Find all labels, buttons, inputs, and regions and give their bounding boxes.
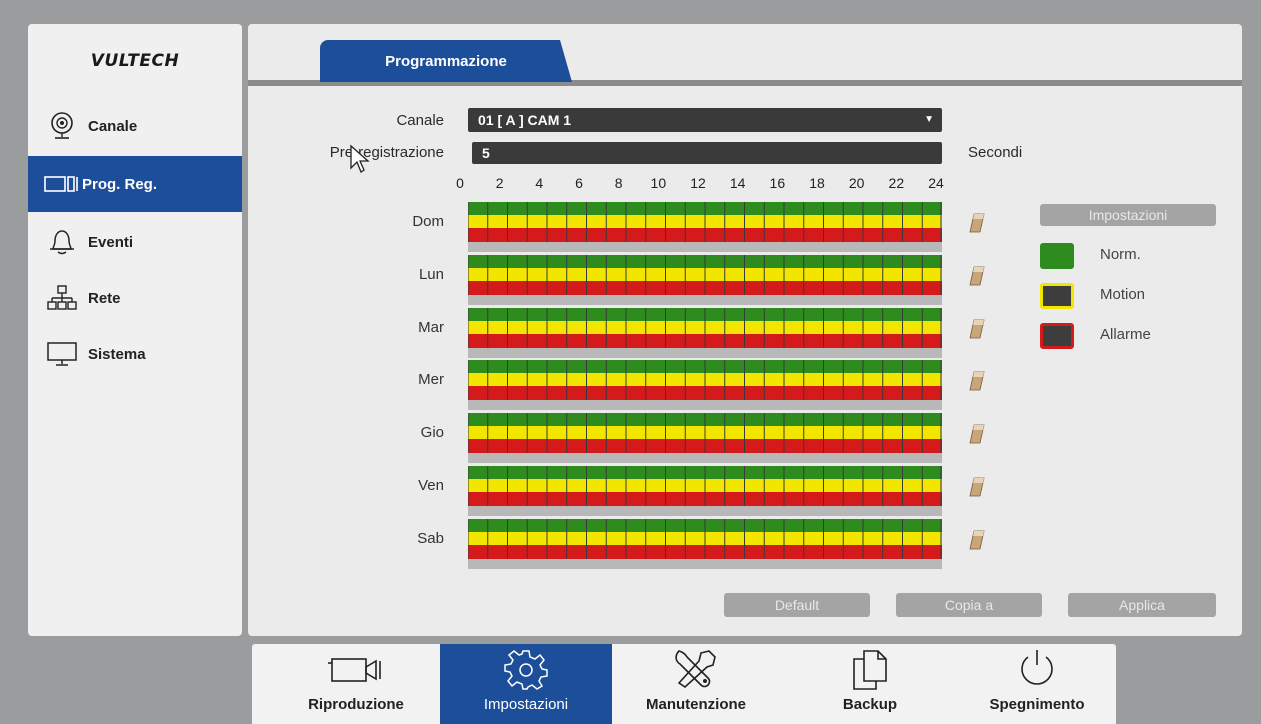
sidebar-item-label: Canale — [88, 117, 138, 135]
day-schedule-row[interactable] — [468, 518, 942, 569]
sidebar-item-eventi[interactable]: Eventi — [28, 214, 242, 270]
schedule-band — [468, 294, 942, 305]
sidebar-item-sistema[interactable]: Sistema — [28, 326, 242, 382]
canale-value: 01 [ A ] CAM 1 — [478, 112, 572, 128]
motion-swatch[interactable] — [1040, 283, 1074, 309]
schedule-band — [468, 400, 942, 411]
tab-programmazione[interactable]: Programmazione — [320, 40, 572, 82]
sidebar: VULTECH Canale Prog. Reg. Eventi Rete Si… — [28, 24, 242, 636]
menu-manutenzione[interactable]: Manutenzione — [616, 644, 776, 724]
schedule-icon — [42, 175, 82, 193]
day-label: Sab — [417, 529, 444, 547]
menu-riproduzione[interactable]: Riproduzione — [274, 644, 438, 724]
tools-icon — [671, 644, 721, 694]
hour-label: 4 — [535, 175, 544, 191]
schedule-band — [468, 558, 942, 569]
eraser-icon[interactable] — [968, 423, 986, 445]
day-label: Ven — [418, 477, 444, 494]
day-label: Mar — [418, 318, 444, 336]
menu-label: Impostazioni — [483, 696, 569, 713]
default-button[interactable]: Default — [724, 593, 870, 617]
mouse-cursor-icon — [350, 144, 370, 173]
monitor-icon — [42, 341, 82, 367]
canale-select[interactable]: 01 [ A ] CAM 1 ▼ — [468, 108, 942, 132]
sidebar-item-label: Eventi — [88, 233, 134, 251]
day-schedule-row[interactable] — [468, 466, 942, 516]
schedule-band — [468, 506, 942, 516]
day-schedule-row[interactable] — [468, 413, 942, 464]
copy-to-button[interactable]: Copia a — [896, 593, 1042, 617]
canale-label: Canale — [396, 112, 444, 129]
menu-label: Backup — [842, 696, 898, 713]
camera-icon — [326, 644, 386, 694]
allarme-label: Allarme — [1100, 326, 1151, 343]
hour-label: 8 — [614, 175, 623, 191]
sidebar-item-label: Rete — [88, 289, 121, 307]
hour-label: 2 — [495, 175, 504, 191]
power-icon — [1015, 644, 1059, 694]
network-icon — [42, 284, 82, 312]
sidebar-item-label: Sistema — [88, 345, 146, 363]
impostazioni-legend-button[interactable]: Impostazioni — [1040, 204, 1216, 226]
hour-label: 16 — [769, 175, 786, 191]
menu-label: Spegnimento — [989, 696, 1085, 713]
bottom-menu-bar: Riproduzione Impostazioni Manutenzione B… — [252, 644, 1116, 724]
hour-label: 12 — [690, 175, 706, 191]
sidebar-item-canale[interactable]: Canale — [28, 98, 242, 154]
day-schedule-row[interactable] — [468, 202, 942, 252]
menu-impostazioni[interactable]: Impostazioni — [440, 644, 612, 724]
hour-label: 6 — [575, 175, 583, 191]
eraser-icon[interactable] — [968, 318, 986, 340]
prereg-value: 5 — [482, 145, 490, 161]
day-label: Mer — [418, 371, 444, 389]
day-label: Lun — [418, 265, 444, 283]
schedule-band — [468, 242, 942, 252]
hour-label: 20 — [848, 175, 865, 191]
apply-button[interactable]: Applica — [1068, 593, 1216, 617]
eraser-icon[interactable] — [968, 212, 986, 234]
eraser-icon[interactable] — [968, 476, 986, 498]
menu-label: Riproduzione — [308, 696, 404, 713]
day-label: Gio — [420, 424, 444, 442]
motion-label: Motion — [1100, 286, 1146, 303]
day-schedule-row[interactable] — [468, 254, 942, 305]
eraser-icon[interactable] — [968, 265, 986, 287]
menu-label: Manutenzione — [646, 696, 746, 713]
menu-spegnimento[interactable]: Spegnimento — [964, 644, 1110, 724]
webcam-icon — [42, 112, 82, 140]
hour-label: 14 — [729, 175, 746, 191]
bell-icon — [42, 227, 82, 257]
brand-logo: VULTECH — [90, 51, 180, 71]
prereg-unit: Secondi — [968, 144, 1023, 161]
hour-label: 24 — [928, 175, 944, 191]
eraser-icon[interactable] — [968, 529, 986, 551]
hour-label: 0 — [456, 175, 464, 191]
sidebar-item-label: Prog. Reg. — [82, 175, 158, 193]
sidebar-item-prog-reg[interactable]: Prog. Reg. — [28, 156, 242, 212]
prereg-input[interactable]: 5 — [472, 142, 942, 164]
day-schedule-row[interactable] — [468, 360, 942, 411]
norm-label: Norm. — [1100, 246, 1141, 263]
schedule-band — [468, 347, 942, 358]
sidebar-item-rete[interactable]: Rete — [28, 270, 242, 326]
schedule-band — [468, 453, 942, 464]
allarme-swatch[interactable] — [1040, 323, 1074, 349]
chevron-down-icon: ▼ — [924, 114, 934, 125]
day-label: Dom — [412, 213, 444, 230]
eraser-icon[interactable] — [968, 370, 986, 392]
gear-icon — [503, 644, 549, 694]
norm-swatch[interactable] — [1040, 243, 1074, 269]
hour-label: 18 — [809, 175, 825, 191]
tab-bar: Programmazione — [248, 24, 1242, 86]
day-schedule-row[interactable] — [468, 307, 942, 358]
menu-backup[interactable]: Backup — [812, 644, 928, 724]
hour-label: 10 — [650, 175, 667, 191]
hour-label: 22 — [888, 175, 905, 191]
copy-icon — [850, 644, 890, 694]
